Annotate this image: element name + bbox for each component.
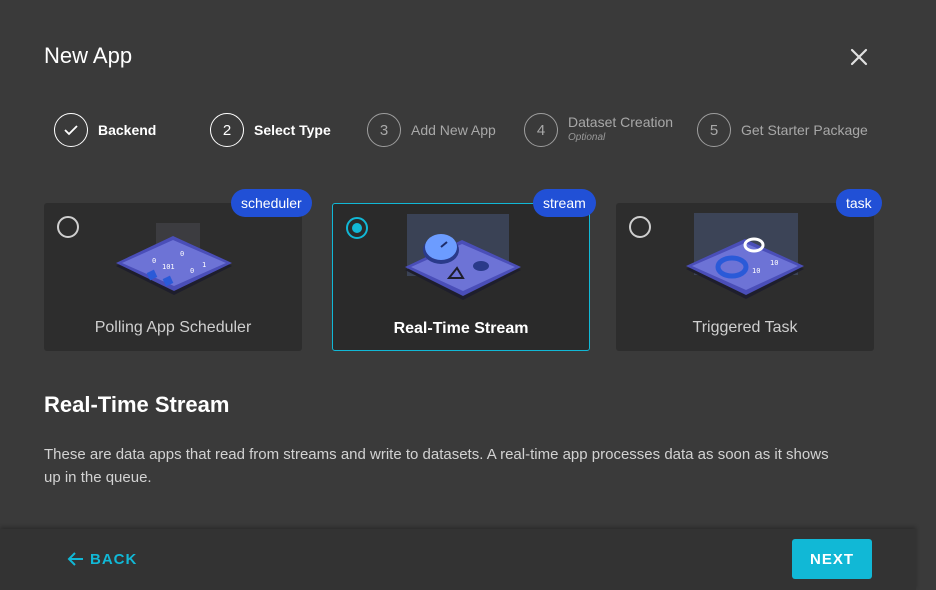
step-get-starter-package[interactable]: 5 Get Starter Package [697,111,868,149]
step-backend[interactable]: Backend [54,111,156,149]
step-add-new-app[interactable]: 3 Add New App [367,111,496,149]
step-label: Add New App [411,122,496,138]
step-sublabel: Optional [568,132,606,143]
step-label: Select Type [254,122,331,138]
check-icon [54,113,88,147]
arrow-left-icon [67,552,83,566]
card-label: Polling App Scheduler [94,319,252,336]
selected-type-description: These are data apps that read from strea… [44,446,829,486]
type-badge-task: task [836,189,882,217]
step-number: 5 [697,113,731,147]
close-icon[interactable] [846,44,872,70]
dialog-footer [0,529,916,590]
illus-text: 1 [202,261,206,269]
back-button[interactable]: BACK [66,548,137,570]
illus-text: 0 [190,267,194,275]
step-number: 3 [367,113,401,147]
type-badge-stream: stream [533,189,596,217]
app-type-card-scheduler[interactable]: 0 101 0 0 1 Polling App Scheduler [44,203,302,351]
dialog-title: New App [44,43,133,68]
app-type-card-stream[interactable]: Real-Time Stream [332,203,590,351]
task-illustration: 10 10 [680,211,810,311]
step-number: 2 [210,113,244,147]
step-label: Dataset Creation Optional [568,114,673,146]
step-label-text: Dataset Creation [568,114,674,130]
back-button-label: BACK [90,550,138,568]
next-button[interactable]: NEXT [792,539,872,579]
type-badge-scheduler: scheduler [231,189,312,217]
card-label: Triggered Task [692,319,798,336]
stream-illustration [397,212,527,312]
illus-text: 10 [770,259,778,267]
selected-type-title: Real-Time Stream [44,392,230,417]
illus-text: 0 [180,250,184,258]
radio-button[interactable] [629,216,651,238]
step-label: Backend [98,122,157,138]
app-type-card-task[interactable]: 10 10 Triggered Task [616,203,874,351]
illus-text: 101 [162,263,175,271]
radio-button[interactable] [57,216,79,238]
illus-text: 10 [752,267,760,275]
illus-text: 0 [152,257,156,265]
scheduler-illustration: 0 101 0 0 1 [108,211,238,311]
step-number: 4 [524,113,558,147]
step-select-type[interactable]: 2 Select Type [210,111,331,149]
card-label: Real-Time Stream [393,320,529,337]
radio-button[interactable] [346,217,368,239]
step-dataset-creation[interactable]: 4 Dataset Creation Optional [524,111,673,149]
step-label: Get Starter Package [741,122,868,138]
